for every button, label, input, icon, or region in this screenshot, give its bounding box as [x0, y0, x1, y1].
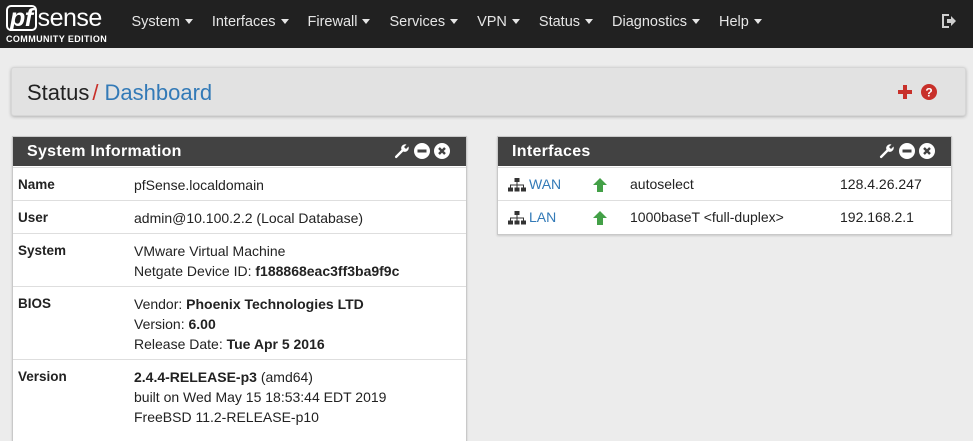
- minimize-icon[interactable]: [414, 143, 430, 159]
- nav-firewall-label: Firewall: [307, 14, 358, 30]
- system-platform: VMware Virtual Machine: [134, 243, 286, 259]
- nav-vpn-label: VPN: [477, 14, 507, 30]
- row-value: VMware Virtual Machine Netgate Device ID…: [134, 241, 399, 281]
- caret-down-icon: [511, 19, 520, 24]
- interface-media: autoselect: [630, 176, 694, 192]
- caret-down-icon: [585, 19, 594, 24]
- row-value: 2.4.4-RELEASE-p3 (amd64) built on Wed Ma…: [134, 367, 386, 427]
- bios-version-value: 6.00: [188, 316, 216, 332]
- interface-row: WAN autoselect 128.4.26.247: [498, 167, 951, 200]
- system-row-name: Name pfSense.localdomain: [13, 167, 466, 200]
- interface-ip: 128.4.26.247: [840, 176, 922, 192]
- row-label: System: [18, 243, 67, 258]
- nav-system[interactable]: System: [122, 0, 202, 48]
- version-freebsd: FreeBSD 11.2-RELEASE-p10: [134, 409, 319, 425]
- top-navbar: pf sense COMMUNITY EDITION System Interfa…: [0, 0, 973, 48]
- version-release: 2.4.4-RELEASE-p3: [134, 369, 257, 385]
- version-release-line: 2.4.4-RELEASE-p3 (amd64): [134, 367, 386, 387]
- bios-vendor-line: Vendor: Phoenix Technologies LTD: [134, 294, 364, 314]
- breadcrumb: Status / Dashboard: [27, 80, 212, 106]
- bios-version-prefix: Version:: [134, 316, 185, 332]
- interfaces-panel: Interfaces WAN autoselect 128.4.26.247 L…: [497, 136, 952, 235]
- arrow-up-icon: [593, 178, 607, 192]
- logo-sense: sense: [37, 4, 103, 32]
- nav-help[interactable]: Help: [709, 0, 771, 48]
- panel-tools: [879, 143, 935, 159]
- interface-row: LAN 1000baseT <full-duplex> 192.168.2.1: [498, 200, 951, 233]
- row-value: pfSense.localdomain: [134, 177, 264, 193]
- system-information-header: System Information: [13, 137, 466, 166]
- minimize-icon[interactable]: [899, 143, 915, 159]
- system-row-version: Version 2.4.4-RELEASE-p3 (amd64) built o…: [13, 359, 466, 441]
- nav-status-label: Status: [538, 14, 581, 30]
- help-icon[interactable]: ?: [921, 84, 937, 100]
- panel-title: System Information: [27, 143, 182, 160]
- breadcrumb-status[interactable]: Status: [27, 80, 89, 105]
- nav-interfaces[interactable]: Interfaces: [202, 0, 298, 48]
- row-label: Version: [18, 369, 67, 384]
- panel-tools: [394, 143, 450, 159]
- breadcrumb-separator: /: [92, 80, 99, 105]
- row-value: admin@10.100.2.2 (Local Database): [134, 210, 364, 226]
- network-icon: [508, 211, 526, 225]
- arrow-up-icon: [593, 211, 607, 225]
- device-id-line: Netgate Device ID: f188868eac3ff3ba9f9c: [134, 261, 399, 281]
- system-row-user: User admin@10.100.2.2 (Local Database): [13, 200, 466, 233]
- nav-status[interactable]: Status: [529, 0, 602, 48]
- nav-diagnostics-label: Diagnostics: [612, 14, 687, 30]
- row-value: Vendor: Phoenix Technologies LTD Version…: [134, 294, 364, 354]
- system-information-panel: System Information Name pfSense.localdom…: [12, 136, 467, 441]
- interface-name-link[interactable]: WAN: [529, 176, 561, 192]
- nav-services[interactable]: Services: [380, 0, 468, 48]
- device-id-prefix: Netgate Device ID:: [134, 263, 252, 279]
- logo-pf: pf: [6, 5, 37, 31]
- row-label: Name: [18, 177, 55, 192]
- bios-release-value: Tue Apr 5 2016: [226, 336, 325, 352]
- row-label: BIOS: [18, 296, 52, 311]
- main-menu: System Interfaces Firewall Services VPN …: [122, 0, 771, 48]
- nav-firewall[interactable]: Firewall: [298, 0, 380, 48]
- nav-system-label: System: [131, 14, 180, 30]
- bios-version-line: Version: 6.00: [134, 314, 364, 334]
- bios-vendor-prefix: Vendor:: [134, 296, 183, 312]
- caret-down-icon: [753, 19, 762, 24]
- svg-text:?: ?: [925, 86, 932, 100]
- wrench-icon[interactable]: [879, 143, 895, 159]
- wrench-icon[interactable]: [394, 143, 410, 159]
- device-id-value: f188868eac3ff3ba9f9c: [255, 263, 400, 279]
- close-icon[interactable]: [434, 143, 450, 159]
- caret-down-icon: [691, 19, 700, 24]
- logout-icon[interactable]: [940, 12, 958, 30]
- nav-help-label: Help: [718, 14, 749, 30]
- nav-services-label: Services: [389, 14, 446, 30]
- bios-release-prefix: Release Date:: [134, 336, 223, 352]
- version-built: built on Wed May 15 18:53:44 EDT 2019: [134, 389, 387, 405]
- interface-ip: 192.168.2.1: [840, 209, 914, 225]
- plus-icon[interactable]: [897, 84, 913, 100]
- pfsense-logo[interactable]: pf sense COMMUNITY EDITION: [6, 4, 112, 44]
- bios-release-line: Release Date: Tue Apr 5 2016: [134, 334, 364, 354]
- nav-vpn[interactable]: VPN: [468, 0, 530, 48]
- close-icon[interactable]: [919, 143, 935, 159]
- interfaces-header: Interfaces: [498, 137, 951, 166]
- logo-edition: COMMUNITY EDITION: [6, 34, 108, 44]
- caret-down-icon: [450, 19, 459, 24]
- page-header: Status / Dashboard ?: [11, 67, 966, 116]
- panel-title: Interfaces: [512, 143, 591, 160]
- system-row-system: System VMware Virtual Machine Netgate De…: [13, 233, 466, 286]
- version-arch: (amd64): [260, 369, 313, 385]
- nav-interfaces-label: Interfaces: [211, 14, 276, 30]
- nav-diagnostics[interactable]: Diagnostics: [603, 0, 710, 48]
- system-row-bios: BIOS Vendor: Phoenix Technologies LTD Ve…: [13, 286, 466, 359]
- caret-down-icon: [280, 19, 289, 24]
- caret-down-icon: [184, 19, 193, 24]
- network-icon: [508, 178, 526, 192]
- logo-wordmark: pf sense: [6, 4, 102, 32]
- interface-name-link[interactable]: LAN: [529, 209, 556, 225]
- row-label: User: [18, 210, 49, 225]
- interface-media: 1000baseT <full-duplex>: [630, 209, 784, 225]
- caret-down-icon: [362, 19, 371, 24]
- breadcrumb-dashboard[interactable]: Dashboard: [105, 80, 213, 105]
- bios-vendor-value: Phoenix Technologies LTD: [186, 296, 364, 312]
